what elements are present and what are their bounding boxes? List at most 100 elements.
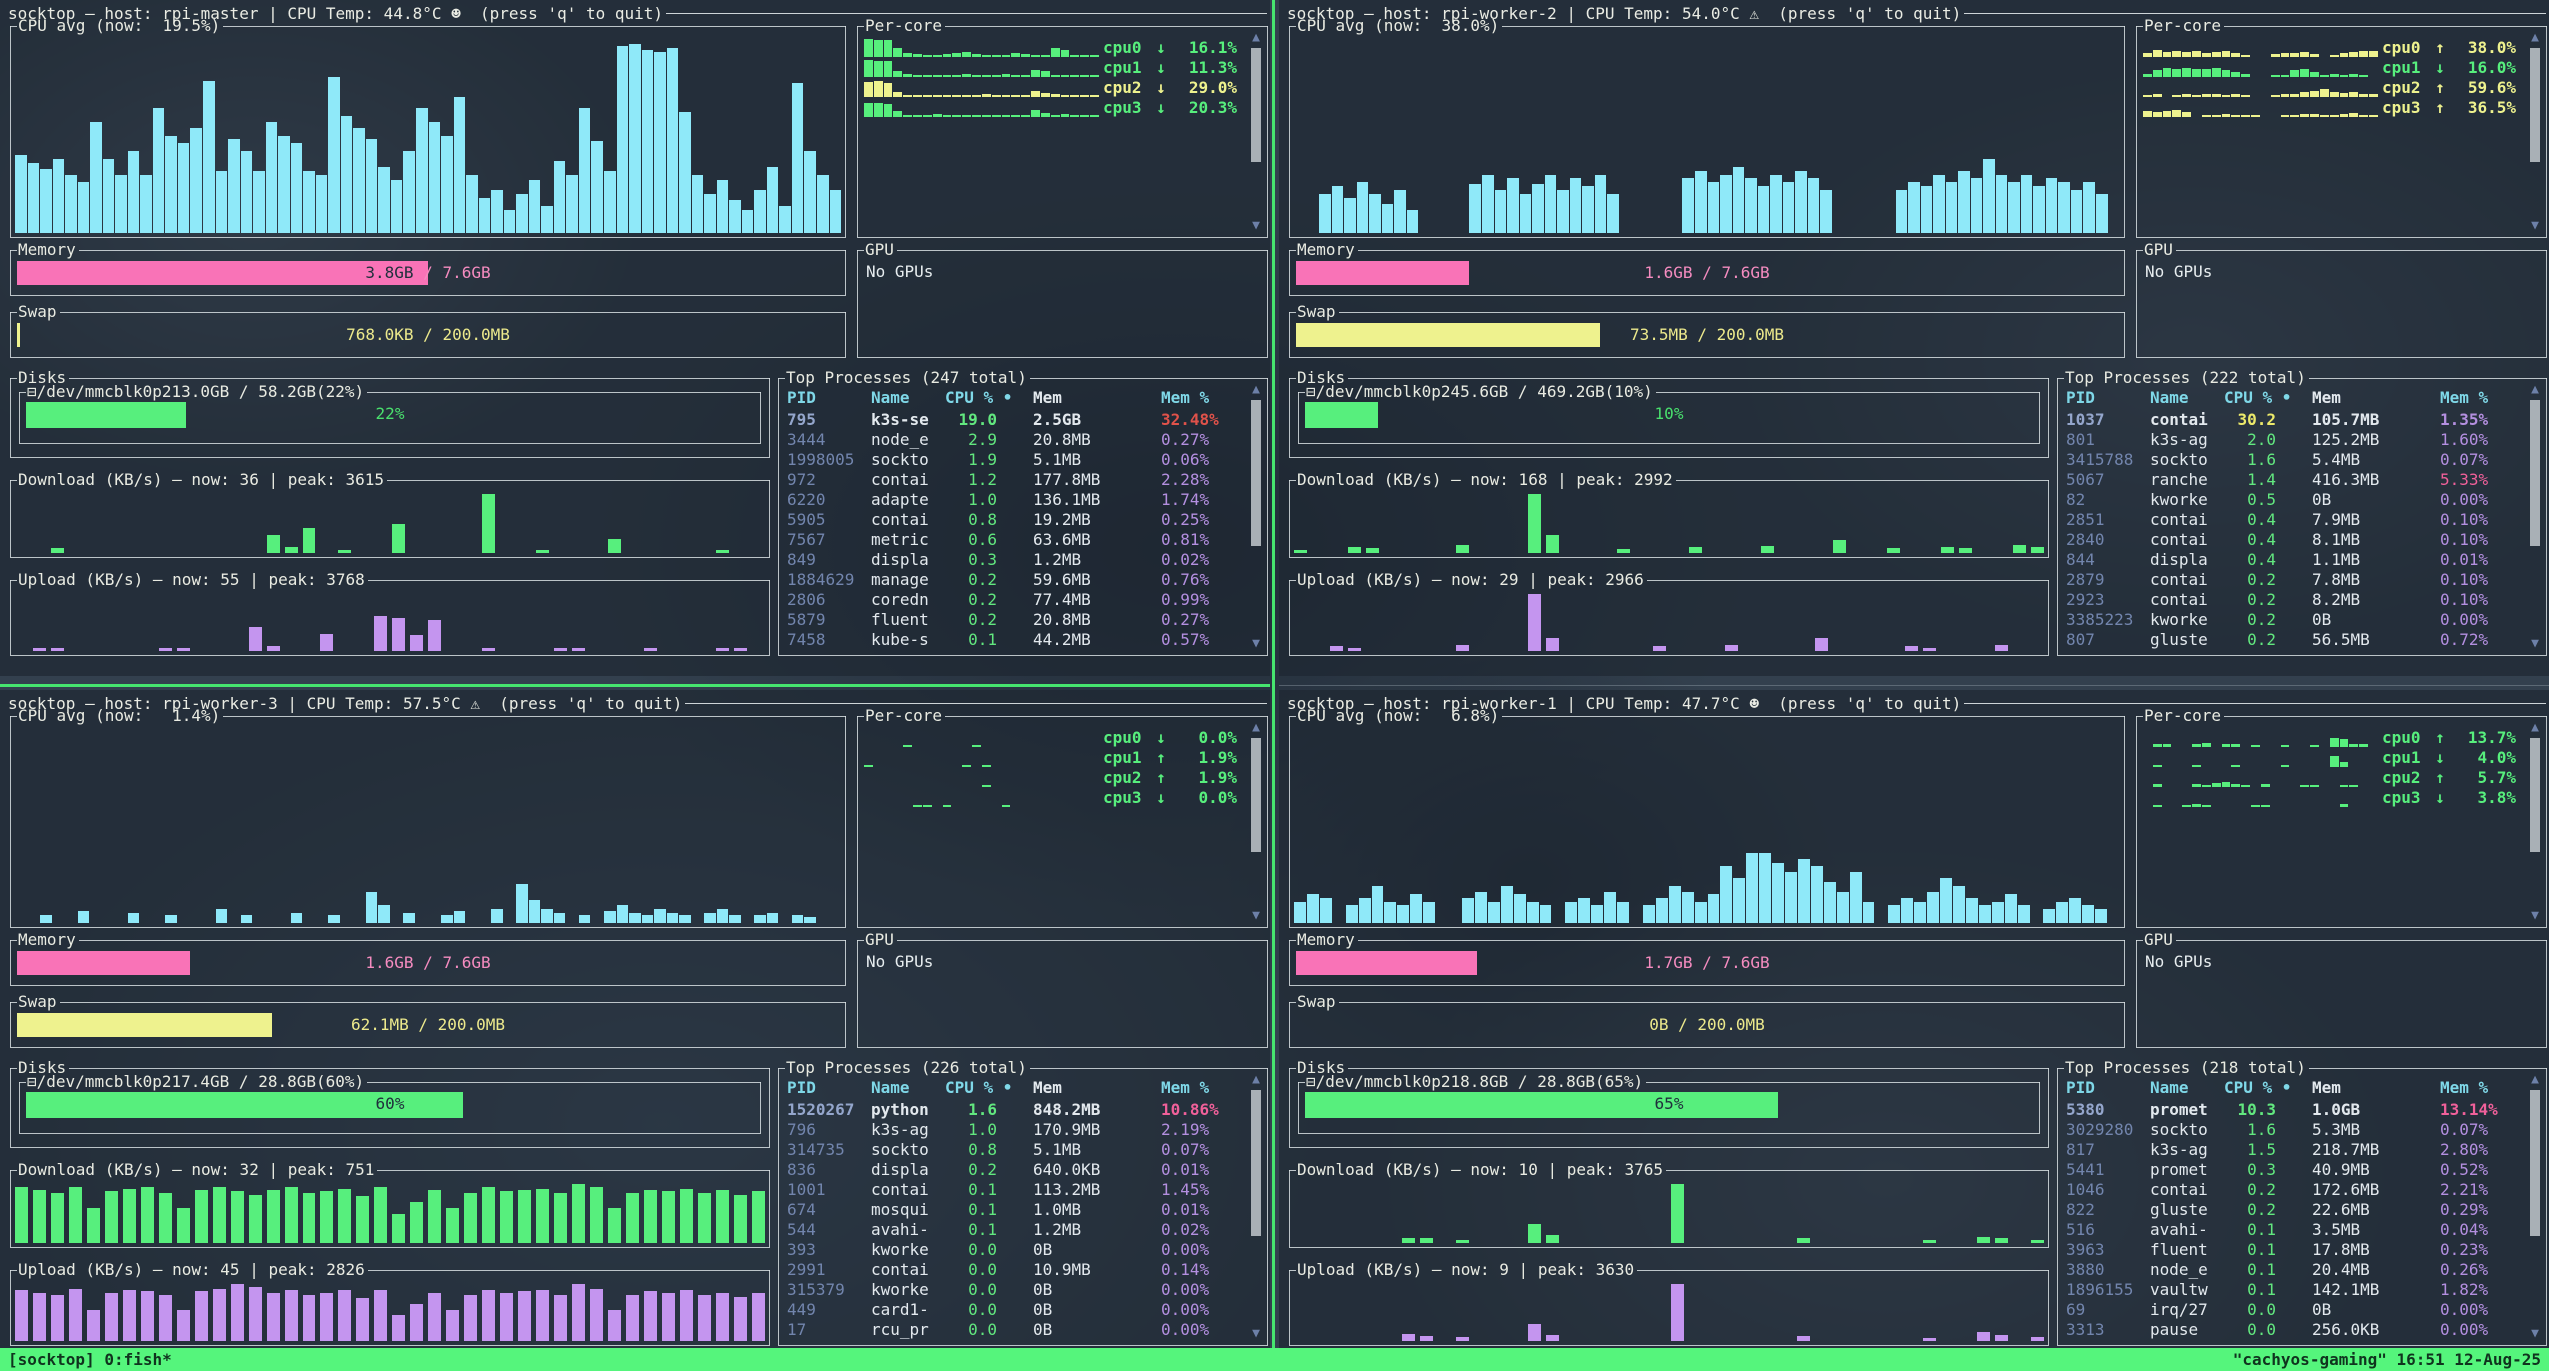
tmux-horizontal-divider-right[interactable]: [1279, 685, 2549, 686]
process-row[interactable]: 3963fluent0.117.8MB0.23%: [2066, 1240, 2520, 1260]
tmux-vertical-divider[interactable]: [1272, 0, 1275, 1348]
process-row[interactable]: 5905contai0.819.2MB0.25%: [787, 510, 1241, 530]
scroll-down-icon[interactable]: ▼: [2531, 219, 2539, 232]
col-header-name[interactable]: Name: [871, 388, 945, 408]
process-row[interactable]: 1896155vaultw0.1142.1MB1.82%: [2066, 1280, 2520, 1300]
process-row[interactable]: 449card1-0.00B0.00%: [787, 1300, 1241, 1320]
col-header-pid[interactable]: PID: [2066, 388, 2150, 408]
process-row[interactable]: 3313pause0.0256.0KB0.00%: [2066, 1320, 2520, 1340]
process-row[interactable]: 3444node_e2.920.8MB0.27%: [787, 430, 1241, 450]
per-core-scrollbar[interactable]: ▲ ▼: [1248, 31, 1264, 232]
scroll-down-icon[interactable]: ▼: [2531, 1327, 2539, 1340]
process-scrollbar[interactable]: ▲ ▼: [1248, 1073, 1264, 1340]
scroll-up-icon[interactable]: ▲: [2531, 31, 2539, 44]
process-scrollbar[interactable]: ▲ ▼: [2527, 1073, 2543, 1340]
scroll-thumb[interactable]: [1251, 48, 1261, 162]
process-row[interactable]: 1998005sockto1.95.1MB0.06%: [787, 450, 1241, 470]
process-row[interactable]: 3880node_e0.120.4MB0.26%: [2066, 1260, 2520, 1280]
process-row[interactable]: 2991contai0.010.9MB0.14%: [787, 1260, 1241, 1280]
process-row[interactable]: 1884629manage0.259.6MB0.76%: [787, 570, 1241, 590]
process-row[interactable]: 3029280sockto1.65.3MB0.07%: [2066, 1120, 2520, 1140]
process-row[interactable]: 3385223kworke0.20B0.00%: [2066, 610, 2520, 630]
tmux-horizontal-divider-left[interactable]: [0, 684, 1270, 687]
process-scrollbar[interactable]: ▲ ▼: [2527, 383, 2543, 650]
scroll-thumb[interactable]: [1251, 1090, 1261, 1236]
scroll-thumb[interactable]: [1251, 400, 1261, 546]
col-header-mem-pct[interactable]: Mem %: [1161, 1078, 1241, 1098]
process-row[interactable]: 674mosqui0.11.0MB0.01%: [787, 1200, 1241, 1220]
process-row[interactable]: 844displa0.41.1MB0.01%: [2066, 550, 2520, 570]
process-row[interactable]: 516avahi-0.13.5MB0.04%: [2066, 1220, 2520, 1240]
col-header-mem[interactable]: Mem: [1033, 388, 1161, 408]
process-row[interactable]: 315379kworke0.00B0.00%: [787, 1280, 1241, 1300]
process-row[interactable]: 2923contai0.28.2MB0.10%: [2066, 590, 2520, 610]
process-row[interactable]: 17rcu_pr0.00B0.00%: [787, 1320, 1241, 1340]
scroll-thumb[interactable]: [2530, 738, 2540, 852]
col-header-pid[interactable]: PID: [787, 1078, 871, 1098]
process-row[interactable]: 393kworke0.00B0.00%: [787, 1240, 1241, 1260]
col-header-name[interactable]: Name: [871, 1078, 945, 1098]
scroll-down-icon[interactable]: ▼: [1252, 909, 1260, 922]
process-row[interactable]: 2806coredn0.277.4MB0.99%: [787, 590, 1241, 610]
scroll-thumb[interactable]: [2530, 400, 2540, 546]
process-row[interactable]: 544avahi-0.11.2MB0.02%: [787, 1220, 1241, 1240]
scroll-down-icon[interactable]: ▼: [2531, 909, 2539, 922]
scroll-thumb[interactable]: [2530, 48, 2540, 162]
process-row[interactable]: 5879fluent0.220.8MB0.27%: [787, 610, 1241, 630]
col-header-cpu[interactable]: CPU % •: [2224, 1078, 2312, 1098]
process-row[interactable]: 2851contai0.47.9MB0.10%: [2066, 510, 2520, 530]
col-header-mem[interactable]: Mem: [1033, 1078, 1161, 1098]
process-row[interactable]: 1037contai30.2105.7MB1.35%: [2066, 410, 2520, 430]
col-header-mem-pct[interactable]: Mem %: [2440, 388, 2520, 408]
process-row[interactable]: 69irq/270.00B0.00%: [2066, 1300, 2520, 1320]
per-core-scrollbar[interactable]: ▲ ▼: [2527, 31, 2543, 232]
process-row[interactable]: 6220adapte1.0136.1MB1.74%: [787, 490, 1241, 510]
process-scrollbar[interactable]: ▲ ▼: [1248, 383, 1264, 650]
process-row[interactable]: 5067ranche1.4416.3MB5.33%: [2066, 470, 2520, 490]
col-header-pid[interactable]: PID: [2066, 1078, 2150, 1098]
col-header-mem[interactable]: Mem: [2312, 1078, 2440, 1098]
col-header-cpu[interactable]: CPU % •: [945, 1078, 1033, 1098]
process-row[interactable]: 849displa0.31.2MB0.02%: [787, 550, 1241, 570]
scroll-up-icon[interactable]: ▲: [1252, 31, 1260, 44]
scroll-up-icon[interactable]: ▲: [1252, 1073, 1260, 1086]
process-row[interactable]: 801k3s-ag2.0125.2MB1.60%: [2066, 430, 2520, 450]
scroll-down-icon[interactable]: ▼: [1252, 637, 1260, 650]
process-row[interactable]: 314735sockto0.85.1MB0.07%: [787, 1140, 1241, 1160]
scroll-up-icon[interactable]: ▲: [1252, 383, 1260, 396]
tmux-window-tab[interactable]: [socktop] 0:fish*: [8, 1350, 172, 1369]
col-header-cpu[interactable]: CPU % •: [2224, 388, 2312, 408]
process-row[interactable]: 7458kube-s0.144.2MB0.57%: [787, 630, 1241, 650]
process-row[interactable]: 82kworke0.50B0.00%: [2066, 490, 2520, 510]
process-row[interactable]: 7567metric0.663.6MB0.81%: [787, 530, 1241, 550]
process-row[interactable]: 817k3s-ag1.5218.7MB2.80%: [2066, 1140, 2520, 1160]
per-core-scrollbar[interactable]: ▲ ▼: [1248, 721, 1264, 922]
scroll-thumb[interactable]: [1251, 738, 1261, 852]
scroll-up-icon[interactable]: ▲: [2531, 1073, 2539, 1086]
process-row[interactable]: 1046contai0.2172.6MB2.21%: [2066, 1180, 2520, 1200]
per-core-scrollbar[interactable]: ▲ ▼: [2527, 721, 2543, 922]
process-row[interactable]: 1001contai0.1113.2MB1.45%: [787, 1180, 1241, 1200]
process-row[interactable]: 807gluste0.256.5MB0.72%: [2066, 630, 2520, 650]
process-row[interactable]: 822gluste0.222.6MB0.29%: [2066, 1200, 2520, 1220]
process-row[interactable]: 1520267python1.6848.2MB10.86%: [787, 1100, 1241, 1120]
col-header-mem-pct[interactable]: Mem %: [1161, 388, 1241, 408]
process-row[interactable]: 2879contai0.27.8MB0.10%: [2066, 570, 2520, 590]
scroll-thumb[interactable]: [2530, 1090, 2540, 1236]
scroll-up-icon[interactable]: ▲: [2531, 721, 2539, 734]
process-row[interactable]: 3415788sockto1.65.4MB0.07%: [2066, 450, 2520, 470]
scroll-down-icon[interactable]: ▼: [1252, 219, 1260, 232]
process-row[interactable]: 972contai1.2177.8MB2.28%: [787, 470, 1241, 490]
col-header-pid[interactable]: PID: [787, 388, 871, 408]
process-row[interactable]: 795k3s-se19.02.5GB32.48%: [787, 410, 1241, 430]
process-row[interactable]: 836displa0.2640.0KB0.01%: [787, 1160, 1241, 1180]
col-header-mem-pct[interactable]: Mem %: [2440, 1078, 2520, 1098]
scroll-down-icon[interactable]: ▼: [1252, 1327, 1260, 1340]
col-header-name[interactable]: Name: [2150, 1078, 2224, 1098]
process-row[interactable]: 2840contai0.48.1MB0.10%: [2066, 530, 2520, 550]
process-row[interactable]: 796k3s-ag1.0170.9MB2.19%: [787, 1120, 1241, 1140]
process-row[interactable]: 5380promet10.31.0GB13.14%: [2066, 1100, 2520, 1120]
scroll-up-icon[interactable]: ▲: [2531, 383, 2539, 396]
scroll-up-icon[interactable]: ▲: [1252, 721, 1260, 734]
col-header-cpu[interactable]: CPU % •: [945, 388, 1033, 408]
